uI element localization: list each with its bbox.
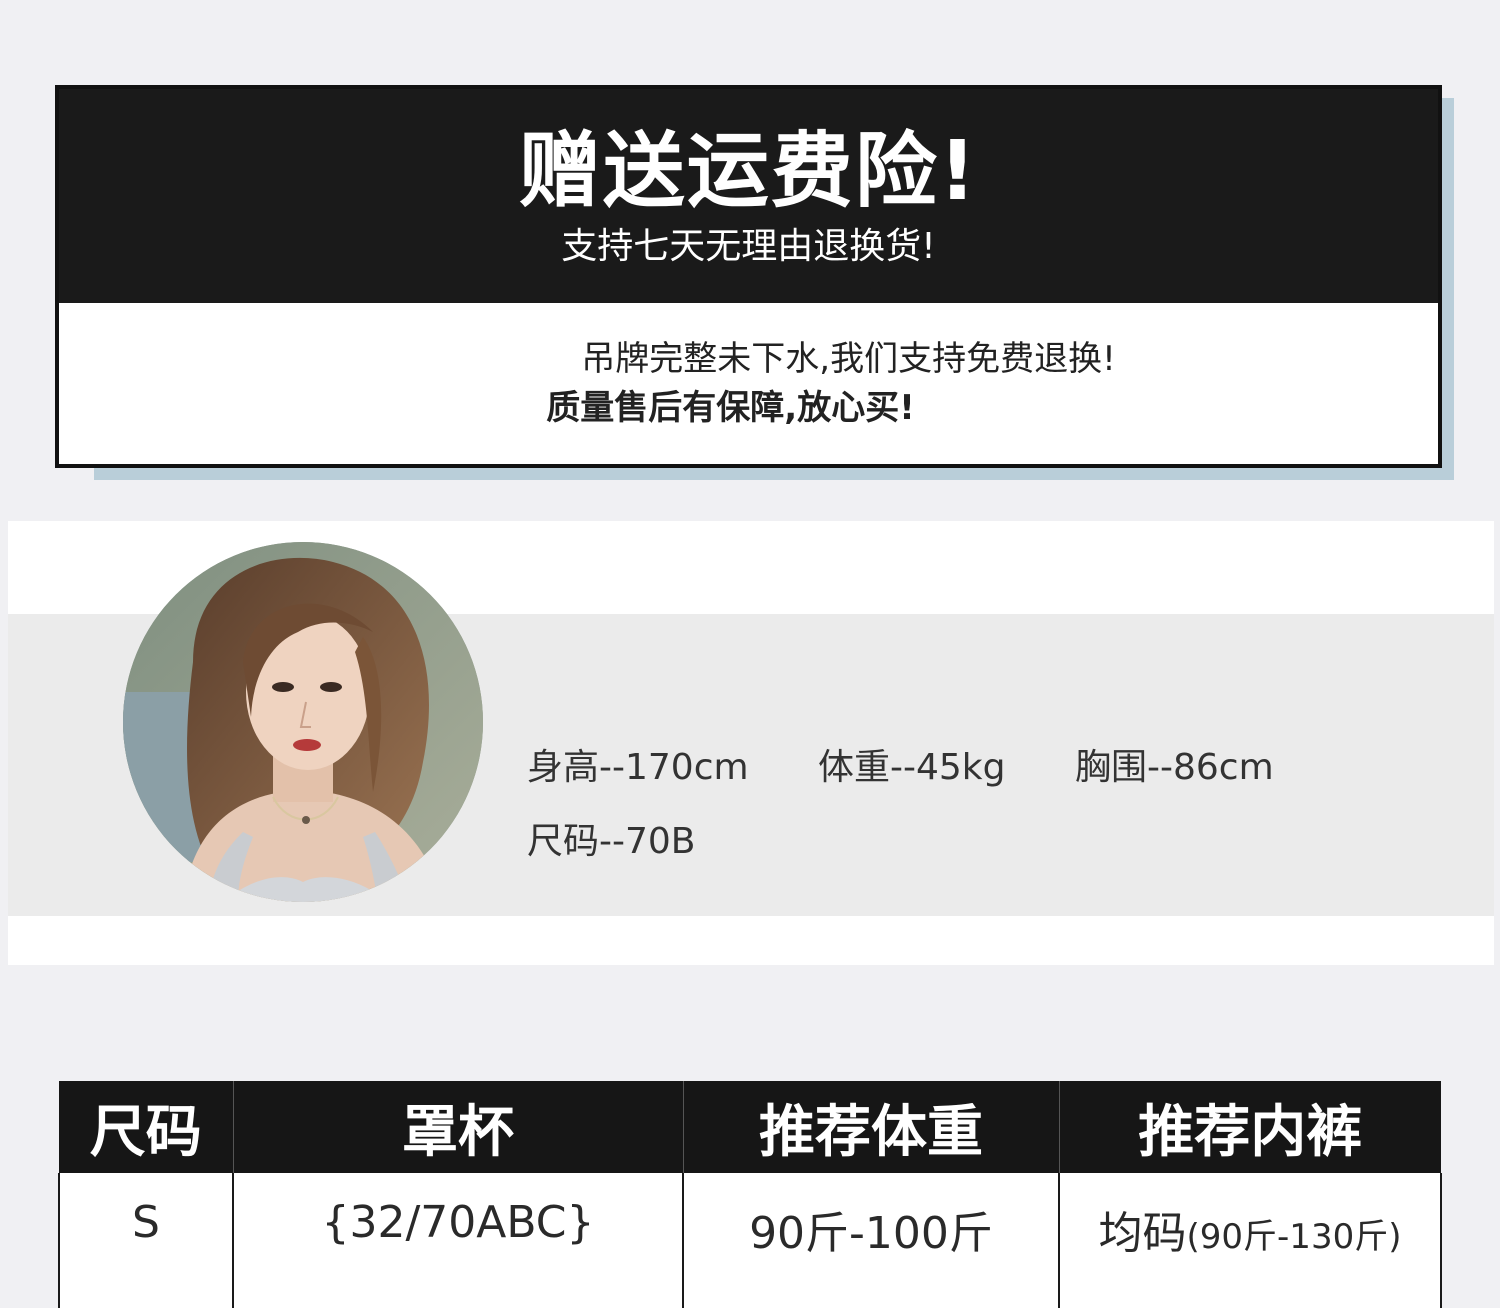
panty-size-main: 均码 [1098,1208,1187,1259]
model-weight: 体重--45kg [818,747,1006,788]
size-chart-table: 尺码 罩杯 推荐体重 推荐内裤 S {32/70ABC} 90斤-100斤 均码… [58,1081,1442,1308]
header-size: 尺码 [59,1081,233,1173]
cell-size: S [58,1173,233,1308]
cell-panty: 均码(90斤-130斤) [1058,1173,1442,1308]
header-recommended-weight: 推荐体重 [682,1081,1059,1173]
return-policy-text: 吊牌完整未下水,我们支持免费退换! [581,339,1116,379]
quality-guarantee-text: 质量售后有保障,放心买! [546,388,915,428]
model-size: 尺码--70B [527,821,696,862]
model-height: 身高--170cm [527,747,749,788]
model-portrait-icon [123,542,483,902]
size-chart-header-row: 尺码 罩杯 推荐体重 推荐内裤 [59,1081,1441,1173]
banner-title: 赠送运费险! [518,124,979,219]
header-cup: 罩杯 [232,1081,683,1173]
header-recommended-panty: 推荐内裤 [1058,1081,1441,1173]
shipping-insurance-banner: 赠送运费险! 支持七天无理由退换货! 吊牌完整未下水,我们支持免费退换! 质量售… [55,85,1442,468]
table-row: S {32/70ABC} 90斤-100斤 均码(90斤-130斤) [58,1173,1442,1308]
panty-size-note: (90斤-130斤) [1186,1217,1402,1257]
banner-header: 赠送运费险! 支持七天无理由退换货! [59,89,1438,303]
model-bust: 胸围--86cm [1075,747,1274,788]
banner-subtitle: 支持七天无理由退换货! [561,226,936,267]
cell-cup: {32/70ABC} [232,1173,683,1308]
banner-body: 吊牌完整未下水,我们支持免费退换! 质量售后有保障,放心买! [59,303,1438,464]
cell-weight: 90斤-100斤 [682,1173,1059,1308]
